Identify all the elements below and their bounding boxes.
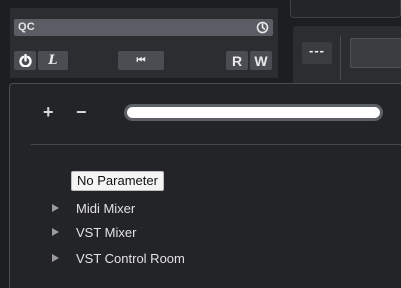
divider [31, 144, 401, 145]
settings-icon[interactable] [255, 20, 270, 35]
more-options-button[interactable]: --- [302, 42, 332, 64]
value-display[interactable] [350, 38, 401, 68]
quick-controls-header[interactable] [14, 19, 273, 36]
write-automation-button[interactable]: W [250, 51, 272, 70]
expand-arrow-icon[interactable] [52, 204, 59, 212]
no-parameter-item[interactable]: No Parameter [71, 171, 164, 191]
expand-all-button[interactable]: + [43, 102, 54, 122]
learn-button[interactable]: L [38, 51, 68, 70]
collapse-all-button[interactable]: − [76, 102, 87, 122]
tree-item-label: VST Mixer [76, 224, 137, 240]
rewind-button[interactable]: ⏮ [118, 51, 164, 70]
expand-arrow-icon[interactable] [52, 228, 59, 236]
tree-item-vst-mixer[interactable]: VST Mixer [52, 223, 136, 241]
tree-item-label: Midi Mixer [76, 200, 136, 216]
power-icon [18, 54, 32, 67]
tree-item-vst-control-room[interactable]: VST Control Room [52, 249, 185, 267]
activate-button[interactable] [14, 51, 36, 70]
quick-controls-title: QC [18, 21, 35, 33]
divider [340, 36, 341, 80]
tree-item-midi-mixer[interactable]: Midi Mixer [52, 199, 135, 217]
tree-item-label: VST Control Room [76, 250, 185, 266]
expand-arrow-icon[interactable] [52, 254, 59, 262]
read-automation-button[interactable]: R [226, 51, 248, 70]
search-input[interactable] [124, 104, 383, 121]
right-top-frame [290, 0, 401, 18]
